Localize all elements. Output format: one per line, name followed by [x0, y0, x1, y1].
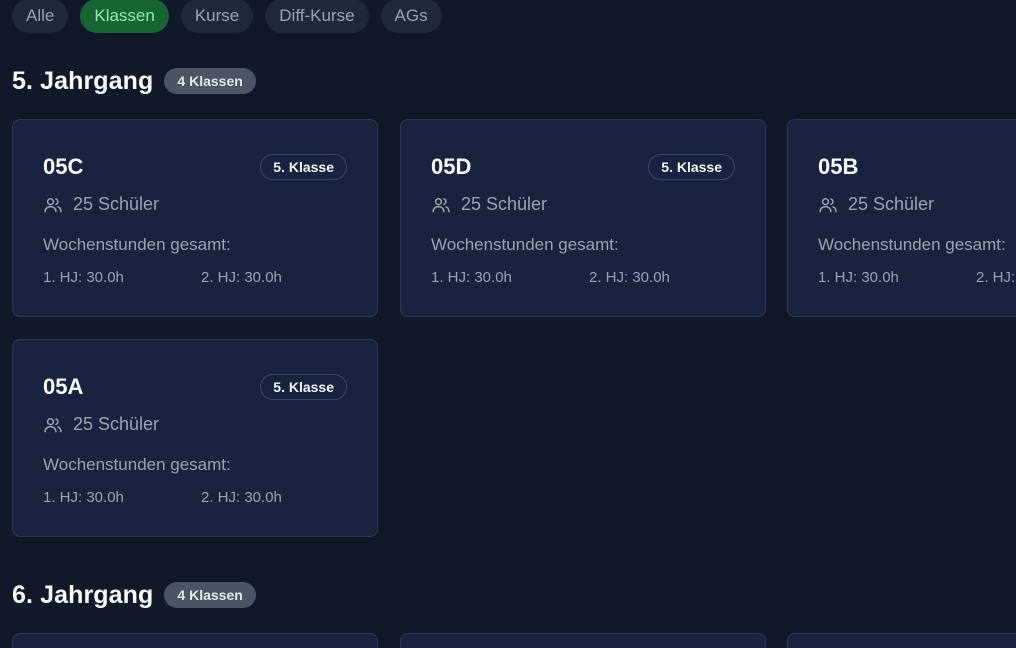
class-name: 05D: [431, 154, 472, 179]
class-card[interactable]: [400, 633, 766, 648]
users-icon: [819, 197, 837, 212]
grade-badge: 5. Klasse: [260, 374, 347, 400]
section-header-grade-5: 5. Jahrgang 4 Klassen: [12, 62, 256, 100]
student-count-label: 25 Schüler: [848, 194, 935, 214]
class-name: 05C: [43, 154, 84, 179]
student-count-label: 25 Schüler: [461, 194, 548, 214]
users-icon: [432, 197, 450, 212]
class-name: 05B: [818, 154, 859, 179]
hours-first-half: 1. HJ: 30.0h: [431, 269, 512, 286]
class-card[interactable]: [12, 633, 378, 648]
grade-badge: 5. Klasse: [260, 154, 347, 180]
class-card-05c[interactable]: 05C 5. Klasse 25 Schüler Wochenstunden g…: [12, 119, 378, 317]
hours-second-half: 2. HJ: 30.0h: [201, 489, 282, 506]
filter-ags[interactable]: AGs: [380, 0, 442, 33]
filter-courses[interactable]: Kurse: [180, 0, 254, 33]
weekly-hours-label: Wochenstunden gesamt:: [818, 235, 1006, 254]
student-count: 25 Schüler: [818, 194, 934, 215]
weekly-hours-label: Wochenstunden gesamt:: [43, 455, 231, 474]
class-card-05d[interactable]: 05D 5. Klasse 25 Schüler Wochenstunden g…: [400, 119, 766, 317]
grade-badge: 5. Klasse: [648, 154, 735, 180]
filter-bar: Alle Klassen Kurse Diff-Kurse AGs: [12, 0, 442, 33]
hours-second-half: 2. HJ: 30.0h: [976, 269, 1016, 286]
student-count: 25 Schüler: [43, 414, 159, 435]
class-name: 05A: [43, 374, 84, 399]
section-title: 6. Jahrgang: [12, 580, 154, 609]
weekly-hours-label: Wochenstunden gesamt:: [43, 235, 231, 254]
section-title: 5. Jahrgang: [12, 66, 154, 95]
class-count-badge: 4 Klassen: [164, 68, 256, 94]
student-count: 25 Schüler: [43, 194, 159, 215]
class-card[interactable]: [787, 633, 1016, 648]
hours-first-half: 1. HJ: 30.0h: [43, 489, 124, 506]
weekly-hours-label: Wochenstunden gesamt:: [431, 235, 619, 254]
student-count-label: 25 Schüler: [73, 194, 160, 214]
filter-diff-courses[interactable]: Diff-Kurse: [265, 0, 369, 33]
section-header-grade-6: 6. Jahrgang 4 Klassen: [12, 576, 256, 614]
hours-first-half: 1. HJ: 30.0h: [43, 269, 124, 286]
filter-classes[interactable]: Klassen: [80, 0, 169, 33]
users-icon: [44, 197, 62, 212]
filter-all[interactable]: Alle: [12, 0, 69, 33]
class-count-badge: 4 Klassen: [164, 582, 256, 608]
class-card-05b[interactable]: 05B 25 Schüler Wochenstunden gesamt: 1. …: [787, 119, 1016, 317]
hours-first-half: 1. HJ: 30.0h: [818, 269, 899, 286]
student-count: 25 Schüler: [431, 194, 547, 215]
hours-second-half: 2. HJ: 30.0h: [201, 269, 282, 286]
class-card-05a[interactable]: 05A 5. Klasse 25 Schüler Wochenstunden g…: [12, 339, 378, 537]
student-count-label: 25 Schüler: [73, 414, 160, 434]
hours-second-half: 2. HJ: 30.0h: [589, 269, 670, 286]
users-icon: [44, 417, 62, 432]
